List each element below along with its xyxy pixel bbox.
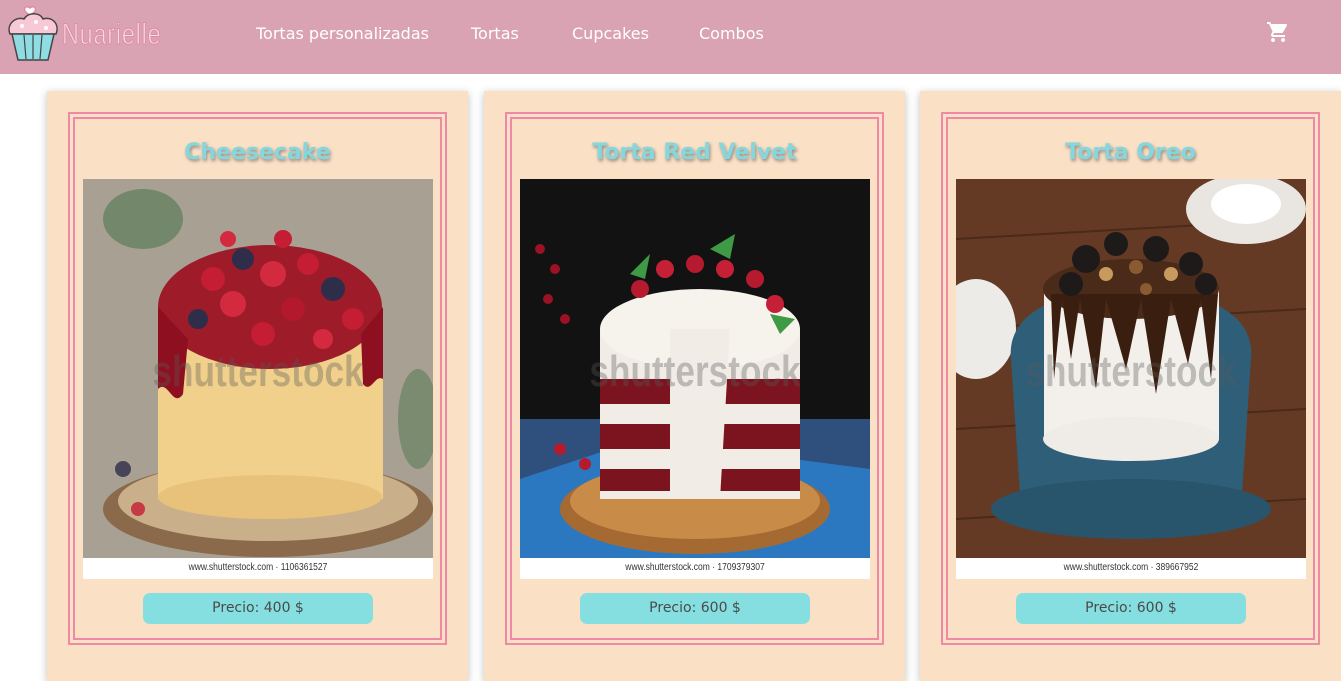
navbar: Nuarielle Tortas personalizadas Tortas C… <box>0 0 1341 74</box>
image-caption: www.shutterstock.com · 389667952 <box>1063 562 1199 573</box>
shopping-cart-icon <box>1267 22 1288 42</box>
product-title: Cheesecake <box>184 140 331 165</box>
cupcake-icon <box>8 6 58 61</box>
nav-link-tortas[interactable]: Tortas <box>471 24 519 43</box>
nav-link-cupcakes[interactable]: Cupcakes <box>572 24 649 43</box>
price-button[interactable]: Precio: 600 $ <box>1016 593 1246 624</box>
image-caption: www.shutterstock.com · 1106361527 <box>188 562 328 573</box>
image-watermark: shutterstock <box>1025 347 1237 396</box>
product-title: Torta Oreo <box>1065 140 1196 165</box>
product-image[interactable]: shutterstock www.shutterstock.com · 1709… <box>520 179 870 579</box>
image-watermark: shutterstock <box>589 347 801 396</box>
image-watermark: shutterstock <box>152 347 364 396</box>
product-card[interactable]: Torta Oreo shutterstock www.shutterstock… <box>920 91 1341 681</box>
product-title: Torta Red Velvet <box>592 140 797 165</box>
price-button[interactable]: Precio: 600 $ <box>580 593 810 624</box>
product-card[interactable]: Cheesecake shutterstock www.shutterstock… <box>47 91 468 681</box>
nav-link-combos[interactable]: Combos <box>699 24 764 43</box>
brand-logo[interactable]: Nuarielle <box>6 6 186 64</box>
cart-button[interactable] <box>1266 20 1290 44</box>
brand-name: Nuarielle <box>62 18 162 52</box>
image-caption: www.shutterstock.com · 1709379307 <box>625 562 765 573</box>
price-button[interactable]: Precio: 400 $ <box>143 593 373 624</box>
nav-link-tortas-personalizadas[interactable]: Tortas personalizadas <box>256 24 429 43</box>
product-card[interactable]: Torta Red Velvet shutterstock www.shutte… <box>484 91 905 681</box>
product-image[interactable]: shutterstock www.shutterstock.com · 3896… <box>956 179 1306 579</box>
product-image[interactable]: shutterstock www.shutterstock.com · 1106… <box>83 179 433 579</box>
